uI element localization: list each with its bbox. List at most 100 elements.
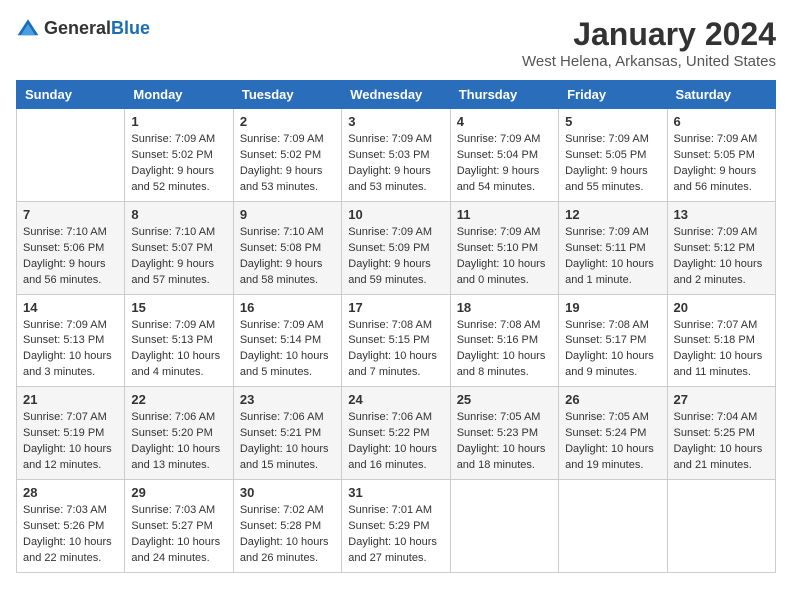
day-number: 26 xyxy=(565,392,660,407)
month-title: January 2024 xyxy=(522,16,776,53)
calendar-cell: 26 Sunrise: 7:05 AM Sunset: 5:24 PM Dayli… xyxy=(559,387,667,480)
day-number: 4 xyxy=(457,114,552,129)
day-number: 15 xyxy=(131,300,226,315)
calendar-cell: 28 Sunrise: 7:03 AM Sunset: 5:26 PM Dayli… xyxy=(17,480,125,573)
calendar-cell: 18Sunrise: 7:08 AM Sunset: 5:16 PM Dayli… xyxy=(450,294,558,387)
day-info: Sunrise: 7:09 AM Sunset: 5:02 PM Dayligh… xyxy=(240,132,335,196)
day-number: 9 xyxy=(240,207,335,222)
calendar-cell: 30 Sunrise: 7:02 AM Sunset: 5:28 PM Dayli… xyxy=(233,480,341,573)
day-number: 7 xyxy=(23,207,118,222)
calendar-week-row: 1 Sunrise: 7:09 AM Sunset: 5:02 PM Daylig… xyxy=(17,109,776,202)
day-info: Sunrise: 7:06 AM Sunset: 5:20 PM Dayligh… xyxy=(131,410,226,474)
day-info: Sunrise: 7:04 AM Sunset: 5:25 PM Dayligh… xyxy=(674,410,769,474)
day-number: 25 xyxy=(457,392,552,407)
day-info: Sunrise: 7:09 AM Sunset: 5:09 PM Dayligh… xyxy=(348,225,443,289)
page-header: GeneralBlue January 2024 West Helena, Ar… xyxy=(16,16,776,70)
logo-text-blue: Blue xyxy=(111,18,150,38)
calendar-cell: 4 Sunrise: 7:09 AM Sunset: 5:04 PM Daylig… xyxy=(450,109,558,202)
calendar-week-row: 21 Sunrise: 7:07 AM Sunset: 5:19 PM Dayli… xyxy=(17,387,776,480)
day-number: 27 xyxy=(674,392,769,407)
day-number: 12 xyxy=(565,207,660,222)
calendar-week-row: 14 Sunrise: 7:09 AM Sunset: 5:13 PM Dayli… xyxy=(17,294,776,387)
day-number: 17 xyxy=(348,300,443,315)
calendar-cell: 23 Sunrise: 7:06 AM Sunset: 5:21 PM Dayli… xyxy=(233,387,341,480)
day-info: Sunrise: 7:06 AM Sunset: 5:22 PM Dayligh… xyxy=(348,410,443,474)
day-info: Sunrise: 7:09 AM Sunset: 5:04 PM Dayligh… xyxy=(457,132,552,196)
day-number: 18 xyxy=(457,300,552,315)
calendar-cell xyxy=(559,480,667,573)
day-info: Sunrise: 7:10 AM Sunset: 5:07 PM Dayligh… xyxy=(131,225,226,289)
calendar-cell: 24Sunrise: 7:06 AM Sunset: 5:22 PM Dayli… xyxy=(342,387,450,480)
day-info: Sunrise: 7:01 AM Sunset: 5:29 PM Dayligh… xyxy=(348,503,443,567)
day-number: 10 xyxy=(348,207,443,222)
day-info: Sunrise: 7:09 AM Sunset: 5:13 PM Dayligh… xyxy=(23,318,118,382)
day-info: Sunrise: 7:02 AM Sunset: 5:28 PM Dayligh… xyxy=(240,503,335,567)
col-header-friday: Friday xyxy=(559,81,667,109)
day-info: Sunrise: 7:05 AM Sunset: 5:24 PM Dayligh… xyxy=(565,410,660,474)
calendar-cell xyxy=(17,109,125,202)
calendar-cell: 29 Sunrise: 7:03 AM Sunset: 5:27 PM Dayli… xyxy=(125,480,233,573)
day-info: Sunrise: 7:03 AM Sunset: 5:26 PM Dayligh… xyxy=(23,503,118,567)
calendar-cell: 25Sunrise: 7:05 AM Sunset: 5:23 PM Dayli… xyxy=(450,387,558,480)
day-number: 21 xyxy=(23,392,118,407)
day-number: 14 xyxy=(23,300,118,315)
col-header-tuesday: Tuesday xyxy=(233,81,341,109)
calendar-cell: 14 Sunrise: 7:09 AM Sunset: 5:13 PM Dayli… xyxy=(17,294,125,387)
day-number: 29 xyxy=(131,485,226,500)
day-number: 1 xyxy=(131,114,226,129)
day-info: Sunrise: 7:09 AM Sunset: 5:05 PM Dayligh… xyxy=(674,132,769,196)
day-number: 20 xyxy=(674,300,769,315)
calendar-cell: 9Sunrise: 7:10 AM Sunset: 5:08 PM Daylig… xyxy=(233,201,341,294)
day-number: 31 xyxy=(348,485,443,500)
day-info: Sunrise: 7:09 AM Sunset: 5:14 PM Dayligh… xyxy=(240,318,335,382)
col-header-thursday: Thursday xyxy=(450,81,558,109)
calendar-cell: 31 Sunrise: 7:01 AM Sunset: 5:29 PM Dayli… xyxy=(342,480,450,573)
day-info: Sunrise: 7:09 AM Sunset: 5:05 PM Dayligh… xyxy=(565,132,660,196)
day-number: 28 xyxy=(23,485,118,500)
calendar-header-row: SundayMondayTuesdayWednesdayThursdayFrid… xyxy=(17,81,776,109)
day-number: 3 xyxy=(348,114,443,129)
day-number: 2 xyxy=(240,114,335,129)
calendar-cell: 17 Sunrise: 7:08 AM Sunset: 5:15 PM Dayli… xyxy=(342,294,450,387)
day-info: Sunrise: 7:08 AM Sunset: 5:15 PM Dayligh… xyxy=(348,318,443,382)
calendar-week-row: 7 Sunrise: 7:10 AM Sunset: 5:06 PM Daylig… xyxy=(17,201,776,294)
day-info: Sunrise: 7:07 AM Sunset: 5:19 PM Dayligh… xyxy=(23,410,118,474)
title-area: January 2024 West Helena, Arkansas, Unit… xyxy=(522,16,776,70)
col-header-saturday: Saturday xyxy=(667,81,775,109)
calendar-cell: 13Sunrise: 7:09 AM Sunset: 5:12 PM Dayli… xyxy=(667,201,775,294)
calendar-cell: 8 Sunrise: 7:10 AM Sunset: 5:07 PM Daylig… xyxy=(125,201,233,294)
day-number: 6 xyxy=(674,114,769,129)
calendar-cell: 5 Sunrise: 7:09 AM Sunset: 5:05 PM Daylig… xyxy=(559,109,667,202)
col-header-monday: Monday xyxy=(125,81,233,109)
calendar-cell: 10 Sunrise: 7:09 AM Sunset: 5:09 PM Dayli… xyxy=(342,201,450,294)
day-info: Sunrise: 7:09 AM Sunset: 5:11 PM Dayligh… xyxy=(565,225,660,289)
location-subtitle: West Helena, Arkansas, United States xyxy=(522,53,776,70)
col-header-wednesday: Wednesday xyxy=(342,81,450,109)
calendar-cell: 16 Sunrise: 7:09 AM Sunset: 5:14 PM Dayli… xyxy=(233,294,341,387)
day-number: 8 xyxy=(131,207,226,222)
day-info: Sunrise: 7:07 AM Sunset: 5:18 PM Dayligh… xyxy=(674,318,769,382)
calendar-cell: 12 Sunrise: 7:09 AM Sunset: 5:11 PM Dayli… xyxy=(559,201,667,294)
day-info: Sunrise: 7:10 AM Sunset: 5:06 PM Dayligh… xyxy=(23,225,118,289)
day-info: Sunrise: 7:09 AM Sunset: 5:12 PM Dayligh… xyxy=(674,225,769,289)
calendar-cell: 15Sunrise: 7:09 AM Sunset: 5:13 PM Dayli… xyxy=(125,294,233,387)
calendar-cell: 11Sunrise: 7:09 AM Sunset: 5:10 PM Dayli… xyxy=(450,201,558,294)
day-number: 5 xyxy=(565,114,660,129)
day-info: Sunrise: 7:09 AM Sunset: 5:10 PM Dayligh… xyxy=(457,225,552,289)
day-number: 16 xyxy=(240,300,335,315)
day-number: 30 xyxy=(240,485,335,500)
calendar-cell: 21 Sunrise: 7:07 AM Sunset: 5:19 PM Dayli… xyxy=(17,387,125,480)
calendar-week-row: 28 Sunrise: 7:03 AM Sunset: 5:26 PM Dayli… xyxy=(17,480,776,573)
day-number: 23 xyxy=(240,392,335,407)
logo: GeneralBlue xyxy=(16,16,150,40)
day-number: 22 xyxy=(131,392,226,407)
day-info: Sunrise: 7:06 AM Sunset: 5:21 PM Dayligh… xyxy=(240,410,335,474)
calendar-table: SundayMondayTuesdayWednesdayThursdayFrid… xyxy=(16,80,776,573)
logo-icon xyxy=(16,16,40,40)
calendar-cell: 3Sunrise: 7:09 AM Sunset: 5:03 PM Daylig… xyxy=(342,109,450,202)
calendar-cell xyxy=(667,480,775,573)
calendar-cell: 20 Sunrise: 7:07 AM Sunset: 5:18 PM Dayli… xyxy=(667,294,775,387)
calendar-cell: 1Sunrise: 7:09 AM Sunset: 5:02 PM Daylig… xyxy=(125,109,233,202)
calendar-cell: 2 Sunrise: 7:09 AM Sunset: 5:02 PM Daylig… xyxy=(233,109,341,202)
day-info: Sunrise: 7:03 AM Sunset: 5:27 PM Dayligh… xyxy=(131,503,226,567)
